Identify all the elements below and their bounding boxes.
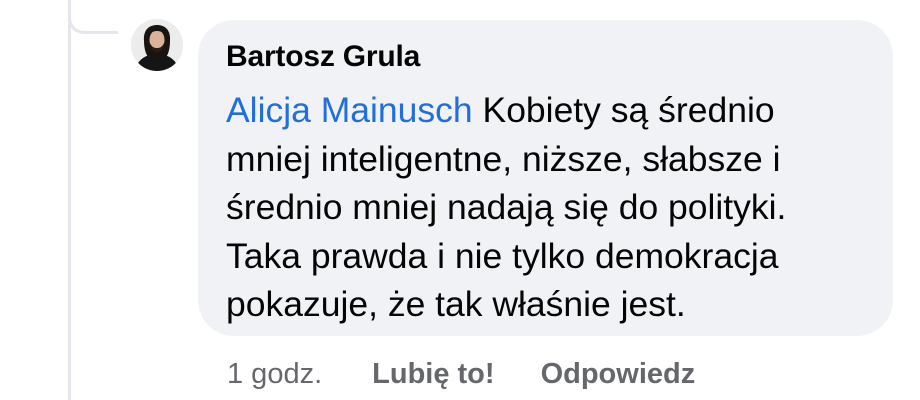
thread-connector-line <box>68 0 71 400</box>
comment-timestamp[interactable]: 1 godz. <box>227 358 322 391</box>
comment-text: Alicja Mainusch Kobiety są średnio mniej… <box>226 86 866 329</box>
like-button[interactable]: Lubię to! <box>372 358 494 391</box>
user-avatar-icon <box>131 19 183 71</box>
comment-author-name[interactable]: Bartosz Grula <box>226 40 420 74</box>
comment-thread: Bartosz Grula Alicja Mainusch Kobiety są… <box>0 0 920 400</box>
avatar[interactable] <box>131 19 183 71</box>
thread-branch-line <box>68 0 118 34</box>
mention-link[interactable]: Alicja Mainusch <box>226 90 473 130</box>
comment-actions: 1 godz. Lubię to! Odpowiedz <box>227 352 695 396</box>
reply-button[interactable]: Odpowiedz <box>541 358 696 391</box>
comment-bubble: Bartosz Grula Alicja Mainusch Kobiety są… <box>198 20 893 336</box>
